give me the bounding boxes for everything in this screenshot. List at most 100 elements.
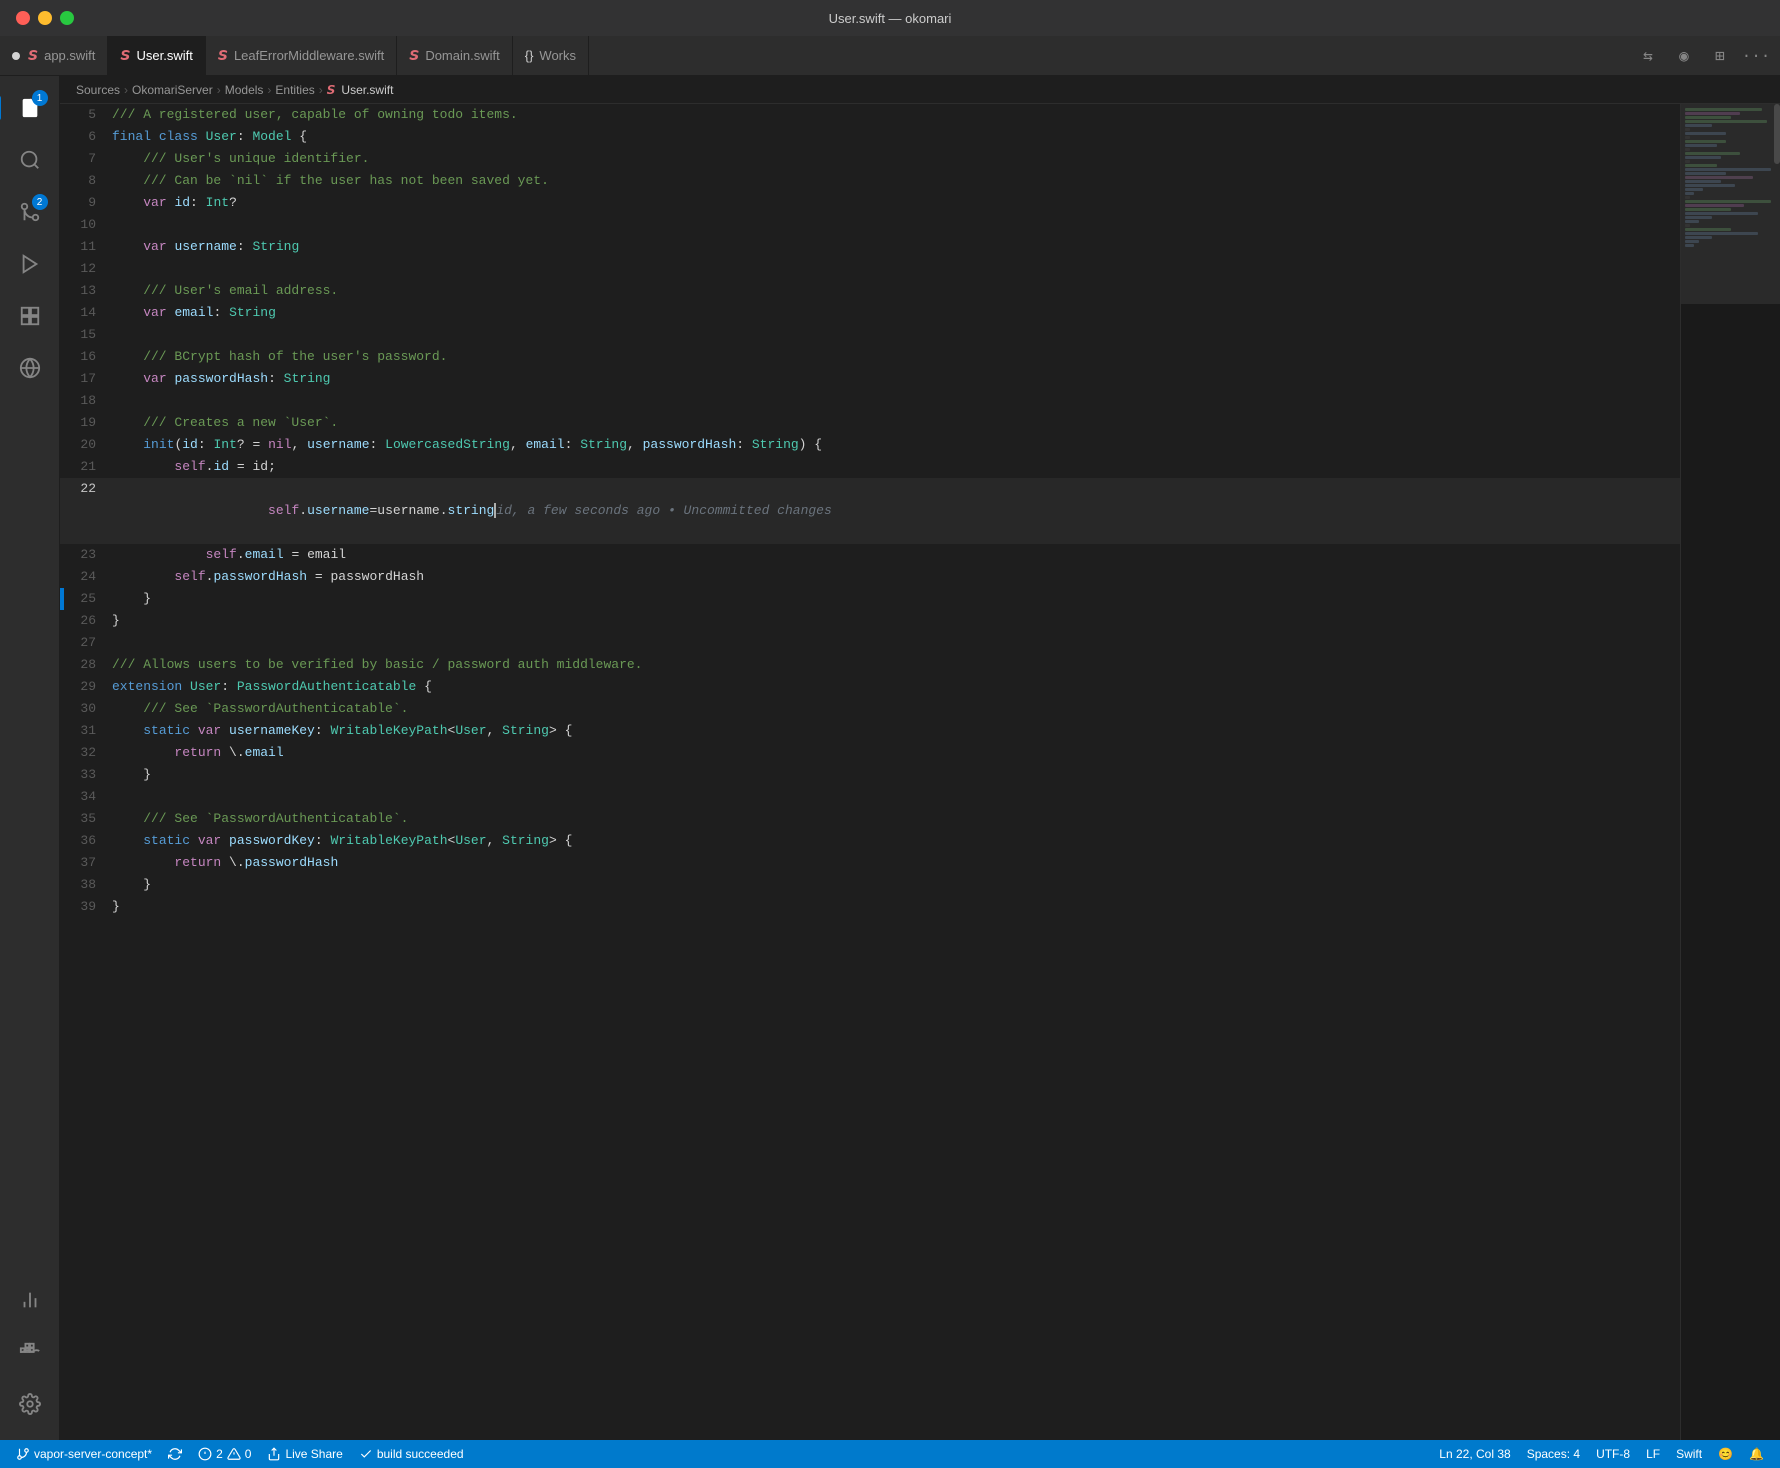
status-encoding[interactable]: UTF-8 [1588,1440,1638,1468]
code-line-35: 35 /// See `PasswordAuthenticatable`. [60,808,1680,830]
code-line-13: 13 /// User's email address. [60,280,1680,302]
search-icon [19,149,41,171]
git-branch-icon [16,1447,30,1461]
status-sync[interactable] [160,1440,190,1468]
cursor-position: Ln 22, Col 38 [1439,1447,1510,1461]
sidebar-item-remote[interactable] [6,344,54,392]
code-line-10: 10 [60,214,1680,236]
breadcrumb: Sources › OkomariServer › Models › Entit… [60,76,1780,104]
sync-icon [168,1447,182,1461]
sidebar-item-explorer[interactable]: 1 [6,84,54,132]
code-line-8: 8 /// Can be `nil` if the user has not b… [60,170,1680,192]
code-line-28: 28 /// Allows users to be verified by ba… [60,654,1680,676]
status-build[interactable]: build succeeded [351,1440,472,1468]
swift-icon: 𝙎 [28,47,38,64]
sidebar-item-git[interactable]: 2 [6,188,54,236]
code-line-32: 32 return \.email [60,742,1680,764]
code-line-21: 21 self.id = id; [60,456,1680,478]
code-line-20: 20 init(id: Int? = nil, username: Lowerc… [60,434,1680,456]
tab-label: app.swift [44,48,95,63]
status-position[interactable]: Ln 22, Col 38 [1431,1440,1518,1468]
code-line-24: 24 self.passwordHash = passwordHash [60,566,1680,588]
docker-icon [19,1341,41,1363]
breadcrumb-sources[interactable]: Sources [76,83,120,97]
code-line-30: 30 /// See `PasswordAuthenticatable`. [60,698,1680,720]
line-ending-label: LF [1646,1447,1660,1461]
code-line-9: 9 var id: Int? [60,192,1680,214]
breadcrumb-current-file[interactable]: User.swift [341,83,393,97]
code-line-25: 25 } [60,588,1680,610]
sidebar-item-search[interactable] [6,136,54,184]
swift-icon: 𝙎 [409,47,419,64]
branch-name: vapor-server-concept* [34,1447,152,1461]
code-line-29: 29 extension User: PasswordAuthenticatab… [60,676,1680,698]
code-line-39: 39 } [60,896,1680,918]
toggle-inline-button[interactable]: ◉ [1668,40,1700,72]
more-actions-button[interactable]: ··· [1740,40,1772,72]
braces-icon: {} [525,48,534,63]
breadcrumb-okomariserver[interactable]: OkomariServer [132,83,213,97]
tab-leaferror-swift[interactable]: 𝙎 LeafErrorMiddleware.swift [206,36,397,76]
tab-works[interactable]: {} Works [513,36,589,76]
maximize-button[interactable] [60,11,74,25]
status-liveshare[interactable]: Live Share [259,1440,350,1468]
bell-icon: 🔔 [1749,1447,1764,1461]
breadcrumb-swift-icon: 𝙎 [327,83,336,97]
sidebar-item-extensions[interactable] [6,292,54,340]
encoding-label: UTF-8 [1596,1447,1630,1461]
code-line-36: 36 static var passwordKey: WritableKeyPa… [60,830,1680,852]
code-line-27: 27 [60,632,1680,654]
tab-app-swift[interactable]: 𝙎 app.swift [0,36,108,76]
breadcrumb-models[interactable]: Models [225,83,264,97]
check-icon [359,1447,373,1461]
breadcrumb-entities[interactable]: Entities [275,83,314,97]
explorer-badge: 1 [32,90,48,106]
liveshare-label: Live Share [285,1447,342,1461]
settings-icon [19,1393,41,1415]
code-line-23: 23 self.email = email [60,544,1680,566]
minimap-slider[interactable] [1774,104,1780,164]
title-bar: User.swift — okomari [0,0,1780,36]
status-notification[interactable]: 🔔 [1741,1440,1772,1468]
status-language[interactable]: Swift [1668,1440,1710,1468]
tab-label: Works [539,48,576,63]
sidebar-item-analytics[interactable] [6,1276,54,1324]
swift-icon: 𝙎 [120,47,130,64]
sidebar-item-docker[interactable] [6,1328,54,1376]
status-errors[interactable]: 2 0 [190,1440,259,1468]
code-line-12: 12 [60,258,1680,280]
code-line-19: 19 /// Creates a new `User`. [60,412,1680,434]
code-line-38: 38 } [60,874,1680,896]
code-line-5: 5 /// A registered user, capable of owni… [60,104,1680,126]
sidebar-item-settings[interactable] [6,1380,54,1428]
smiley-icon: 😊 [1718,1447,1733,1461]
sidebar-item-debug[interactable] [6,240,54,288]
code-line-22-active: 22 self.username=username.stringid, a fe… [60,478,1680,544]
close-button[interactable] [16,11,30,25]
editor-area: Sources › OkomariServer › Models › Entit… [60,76,1780,1440]
code-line-18: 18 [60,390,1680,412]
status-spaces[interactable]: Spaces: 4 [1519,1440,1588,1468]
status-line-ending[interactable]: LF [1638,1440,1668,1468]
code-line-26: 26 } [60,610,1680,632]
swift-icon: 𝙎 [218,47,228,64]
code-line-6: 6 final class User: Model { [60,126,1680,148]
tab-label: LeafErrorMiddleware.swift [234,48,384,63]
code-line-14: 14 var email: String [60,302,1680,324]
code-line-7: 7 /// User's unique identifier. [60,148,1680,170]
code-editor[interactable]: 5 /// A registered user, capable of owni… [60,104,1680,1440]
split-editor-button[interactable]: ⇆ [1632,40,1664,72]
git-badge: 2 [32,194,48,210]
tab-domain-swift[interactable]: 𝙎 Domain.swift [397,36,513,76]
code-line-34: 34 [60,786,1680,808]
status-smiley[interactable]: 😊 [1710,1440,1741,1468]
main-layout: 1 2 [0,76,1780,1440]
tab-user-swift[interactable]: 𝙎 User.swift [108,36,205,76]
code-line-33: 33 } [60,764,1680,786]
tab-bar: 𝙎 app.swift 𝙎 User.swift 𝙎 LeafErrorMidd… [0,36,1780,76]
minimap[interactable] [1680,104,1780,1440]
status-branch[interactable]: vapor-server-concept* [8,1440,160,1468]
minimize-button[interactable] [38,11,52,25]
code-line-17: 17 var passwordHash: String [60,368,1680,390]
toggle-primary-button[interactable]: ⊞ [1704,40,1736,72]
